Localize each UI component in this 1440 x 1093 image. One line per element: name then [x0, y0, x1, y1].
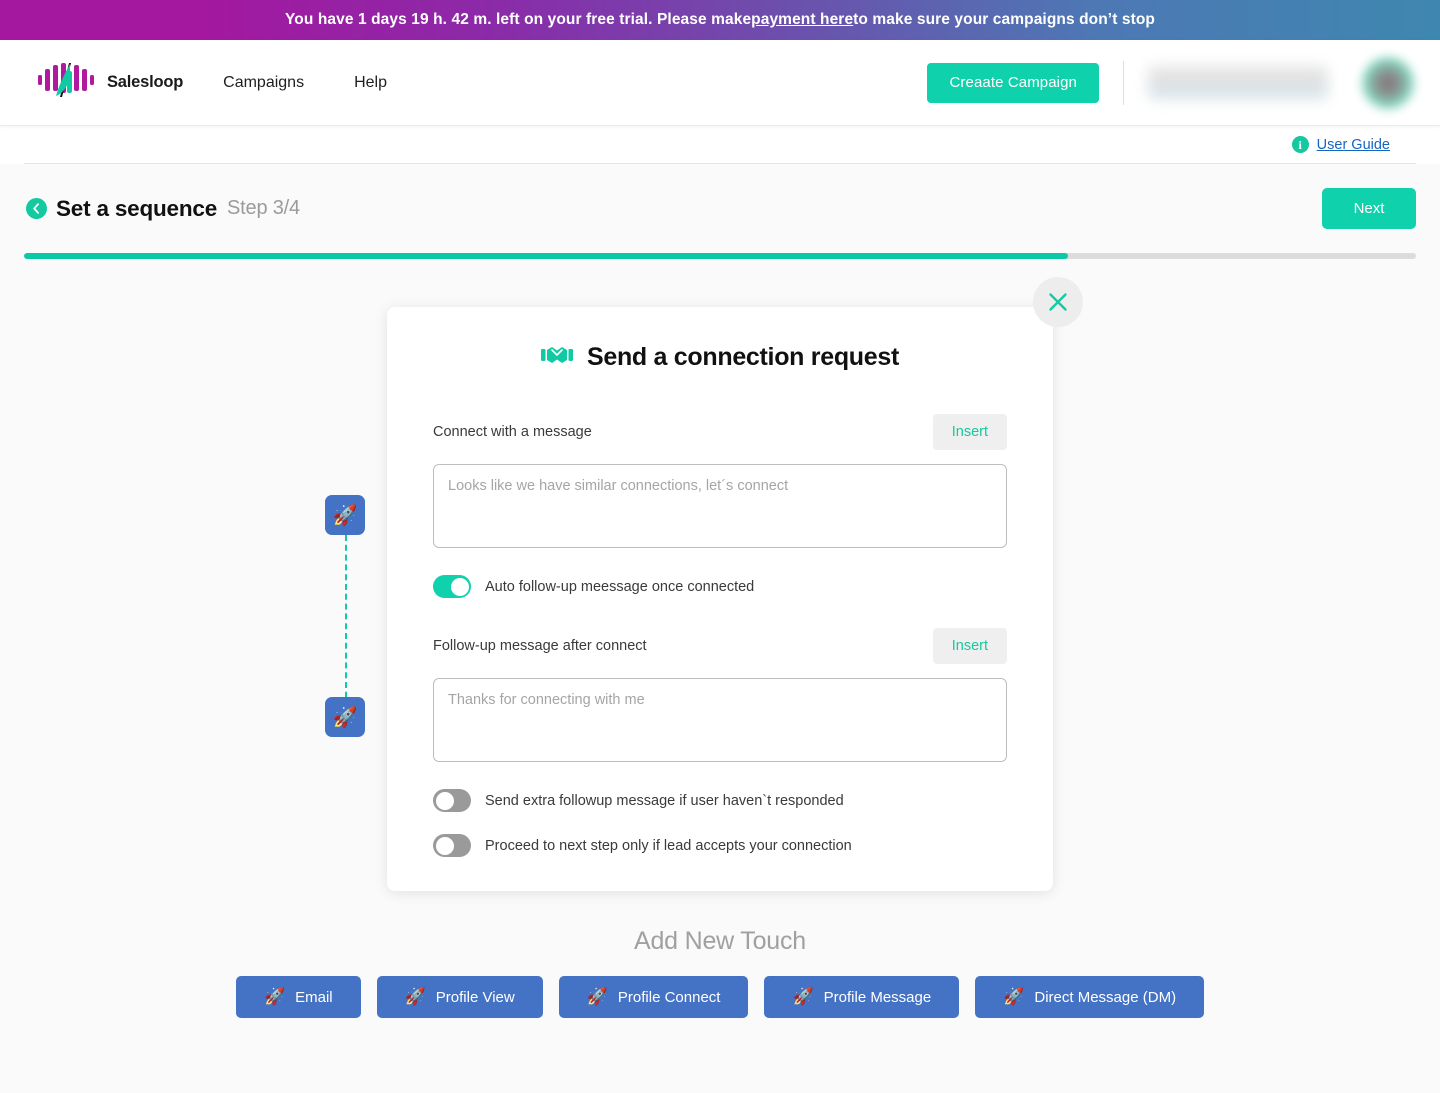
connect-message-label: Connect with a message — [433, 424, 592, 440]
brand-name: Salesloop — [107, 73, 184, 91]
rocket-icon: 🚀 — [1003, 987, 1025, 1006]
trial-banner-text-after: to make sure your campaigns don’t stop — [853, 11, 1155, 28]
add-touch-direct-message-label: Direct Message (DM) — [1034, 988, 1177, 1006]
progress-bar-fill — [24, 253, 1068, 259]
auto-followup-toggle[interactable] — [433, 575, 471, 598]
toggle-knob — [450, 577, 469, 596]
user-guide-link[interactable]: i User Guide — [1291, 136, 1390, 153]
add-new-touch-buttons: 🚀 Email 🚀 Profile View 🚀 Profile Connect… — [0, 976, 1440, 1058]
info-icon: i — [1291, 136, 1309, 153]
rocket-icon: 🚀 — [586, 987, 608, 1006]
add-touch-profile-message-label: Profile Message — [823, 988, 932, 1006]
brand-logo[interactable]: Salesloop — [38, 63, 183, 102]
extra-followup-toggle-row: Send extra followup message if user have… — [433, 789, 1007, 812]
add-touch-profile-view-button[interactable]: 🚀 Profile View — [376, 976, 543, 1018]
auto-followup-toggle-row: Auto follow-up meessage once connected — [433, 575, 1007, 598]
add-touch-email-label: Email — [295, 988, 333, 1006]
handshake-icon — [540, 344, 573, 371]
close-icon — [1049, 293, 1067, 311]
connect-message-label-row: Connect with a message Insert — [433, 414, 1007, 450]
proceed-toggle-row: Proceed to next step only if lead accept… — [433, 834, 1007, 857]
extra-followup-toggle[interactable] — [433, 789, 471, 812]
avatar[interactable] — [1362, 56, 1414, 109]
toggle-knob — [435, 836, 454, 855]
nav-links: Campaigns Help — [223, 74, 387, 92]
nav-right-group: Creaate Campaign — [927, 56, 1414, 109]
add-touch-email-button[interactable]: 🚀 Email — [235, 976, 361, 1018]
connect-message-textarea[interactable] — [433, 464, 1007, 548]
sequence-step-card-wrap: 🚀 🚀 Send a connection request Connect wi… — [325, 277, 1083, 891]
create-campaign-button[interactable]: Creaate Campaign — [927, 62, 1099, 103]
main-navbar: Salesloop Campaigns Help Creaate Campaig… — [0, 40, 1440, 126]
nav-item-campaigns[interactable]: Campaigns — [223, 74, 304, 92]
page-title: Set a sequence — [56, 195, 218, 221]
proceed-next-step-toggle[interactable] — [433, 834, 471, 857]
step-marker-followup-icon[interactable]: 🚀 — [325, 697, 365, 737]
card-title: Send a connection request — [586, 343, 899, 371]
toggle-knob — [435, 791, 454, 810]
add-touch-profile-view-label: Profile View — [435, 988, 515, 1006]
add-touch-profile-connect-button[interactable]: 🚀 Profile Connect — [558, 976, 749, 1018]
proceed-toggle-label: Proceed to next step only if lead accept… — [485, 837, 852, 854]
insert-followup-message-button[interactable]: Insert — [932, 628, 1007, 664]
user-guide-row: i User Guide — [24, 126, 1416, 164]
nav-divider — [1123, 60, 1124, 105]
add-touch-direct-message-button[interactable]: 🚀 Direct Message (DM) — [975, 976, 1205, 1018]
progress-bar — [24, 253, 1416, 259]
add-touch-profile-connect-label: Profile Connect — [617, 988, 721, 1006]
salesloop-logo-icon — [38, 63, 98, 102]
followup-message-label-row: Follow-up message after connect Insert — [433, 628, 1007, 664]
rocket-icon: 🚀 — [263, 987, 286, 1006]
step-marker-connect-icon[interactable]: 🚀 — [325, 495, 365, 535]
card-title-row: Send a connection request — [433, 343, 1007, 372]
trial-banner: You have 1 days 19 h. 42 m. left on your… — [0, 0, 1440, 40]
back-arrow-icon[interactable] — [26, 198, 47, 219]
close-button[interactable] — [1033, 277, 1083, 327]
followup-message-label: Follow-up message after connect — [433, 638, 647, 654]
next-button[interactable]: Next — [1322, 188, 1416, 229]
payment-here-link[interactable]: payment here — [751, 11, 853, 29]
insert-connect-message-button[interactable]: Insert — [932, 414, 1007, 450]
rocket-icon: 🚀 — [404, 987, 426, 1006]
send-connection-request-card: Send a connection request Connect with a… — [387, 277, 1083, 891]
add-new-touch-title: Add New Touch — [633, 927, 807, 955]
user-name-redacted — [1148, 65, 1328, 100]
page-body: Set a sequence Step 3/4 Next 🚀 🚀 Send a … — [0, 164, 1440, 1093]
auto-followup-toggle-label: Auto follow-up meessage once connected — [485, 578, 755, 595]
step-counter: Step 3/4 — [227, 197, 300, 219]
rocket-icon: 🚀 — [792, 987, 814, 1006]
extra-followup-toggle-label: Send extra followup message if user have… — [485, 792, 844, 809]
trial-banner-text-before: You have 1 days 19 h. 42 m. left on your… — [285, 11, 752, 28]
followup-message-textarea[interactable] — [433, 678, 1007, 762]
user-guide-label: User Guide — [1316, 136, 1390, 153]
add-touch-profile-message-button[interactable]: 🚀 Profile Message — [764, 976, 960, 1018]
nav-item-help[interactable]: Help — [354, 74, 387, 92]
step-header: Set a sequence Step 3/4 Next — [0, 164, 1440, 229]
